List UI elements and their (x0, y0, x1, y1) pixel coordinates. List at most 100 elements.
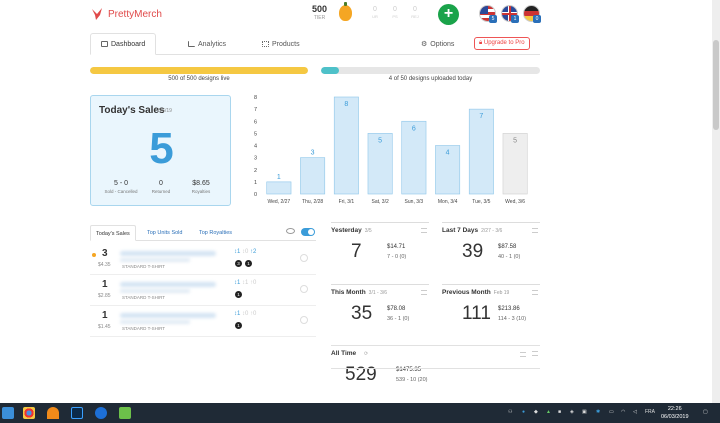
y-tick-label: 4 (254, 144, 257, 150)
tab-top-royalties[interactable]: Top Royalties (199, 225, 232, 241)
blurred-title (120, 282, 216, 287)
tab-products[interactable]: Products (262, 33, 300, 55)
tab-dashboard[interactable]: Dashboard (90, 33, 157, 55)
panel-title: Today's Sales (99, 105, 165, 116)
today-sales-count: 5 (149, 124, 174, 173)
stat-value: 0 (373, 6, 377, 13)
tray-icon[interactable]: ■ (558, 409, 561, 415)
row-menu-button[interactable] (300, 254, 308, 262)
hide-eye-icon[interactable] (286, 228, 295, 234)
sale-amount: $4.35 (98, 262, 111, 268)
card-royalty: $14.71 (387, 244, 406, 250)
chrome-tray-icon[interactable]: ● (522, 409, 525, 415)
card-big-number: 35 (351, 303, 373, 324)
x-tick-label: Wed, 3/6 (505, 199, 525, 205)
stat-card: Yesterday 3/5 7 $14.71 7 - 0 (0) (331, 222, 429, 274)
count-badge: 1 (245, 260, 252, 267)
uploads-today-progress (321, 67, 540, 74)
divider (331, 345, 540, 346)
app-icon[interactable] (119, 407, 131, 419)
tray-icon[interactable]: ◆ (534, 409, 538, 415)
upgrade-label: Upgrade to Pro (483, 40, 525, 46)
bar-chart-icon (188, 41, 195, 47)
bar[interactable] (266, 181, 292, 195)
upgrade-to-pro-button[interactable]: 🔒︎ Upgrade to Pro (474, 37, 530, 50)
card-menu-icon[interactable] (532, 228, 538, 233)
bar[interactable] (300, 157, 326, 195)
sales-row[interactable]: 3 $4.35 STANDARD T-SHIRT ↕1 ↕0 ↑2 3 1 (90, 245, 316, 275)
card-royalty: $87.58 (498, 244, 517, 250)
bar[interactable] (333, 96, 359, 195)
privacy-toggle[interactable] (301, 228, 315, 236)
refresh-icon[interactable]: ⟳ (364, 351, 368, 357)
x-tick-label: Wed, 2/27 (268, 199, 291, 205)
card-menu-icon[interactable] (421, 228, 427, 233)
list-icon[interactable] (520, 352, 526, 357)
language-indicator[interactable]: FRA (645, 409, 655, 415)
card-menu-icon[interactable] (421, 290, 427, 295)
bar-value-label: 1 (277, 174, 281, 181)
add-design-button[interactable]: + (438, 4, 459, 25)
count-badge: 1 (235, 322, 242, 329)
bluetooth-tray-icon[interactable]: ✱ (596, 409, 600, 415)
women-count: 1 (245, 280, 249, 286)
women-count: 0 (245, 249, 249, 255)
app-window: PrettyMerch 500 TIER 0 UR 0 PS 0 REJ + 5 (0, 0, 720, 423)
grid-icon (262, 41, 269, 47)
tab-todays-sales[interactable]: Today's Sales (90, 225, 136, 241)
x-tick-label: Thu, 2/28 (302, 199, 323, 205)
tab-label: Products (272, 40, 300, 48)
designs-live-progress (90, 67, 308, 74)
tray-icon[interactable]: ▣ (582, 409, 587, 415)
royalties: $8.65 Royalties (177, 180, 225, 194)
vlc-icon[interactable] (47, 407, 59, 419)
uploads-today-label: 4 of 50 designs uploaded today (388, 76, 473, 82)
photoshop-icon[interactable] (71, 407, 83, 419)
battery-icon[interactable]: ▭ (609, 409, 614, 415)
bar[interactable] (468, 108, 494, 195)
windows-start-icon[interactable] (2, 407, 14, 419)
men-count: 1 (237, 249, 241, 255)
notifications-icon[interactable]: ▢ (703, 409, 708, 415)
tab-options[interactable]: ⚙ Options (421, 33, 454, 55)
bluetooth-icon[interactable] (95, 407, 107, 419)
size-breakdown: ↕1 ↕1 ↑0 (234, 280, 256, 286)
card-menu-icon[interactable] (532, 351, 538, 356)
label: Royalties (191, 189, 211, 194)
sales-row[interactable]: 1 $2.85 STANDARD T-SHIRT ↕1 ↕1 ↑0 1 (90, 276, 316, 306)
card-title: Last 7 Days 2/27 - 3/6 (442, 227, 502, 234)
y-tick-label: 2 (254, 168, 257, 174)
vertical-scrollbar[interactable] (712, 0, 720, 403)
kids-count: 2 (253, 249, 257, 255)
clock[interactable]: 22:26 06/03/2019 (661, 406, 689, 421)
sale-qty: 3 (102, 248, 108, 259)
kids-count: 0 (253, 280, 257, 286)
count-badge: 1 (235, 291, 242, 298)
card-big-number: 39 (462, 241, 484, 262)
blurred-subtitle (120, 258, 190, 262)
lock-icon: 🔒︎ (479, 40, 483, 46)
tab-top-units-sold[interactable]: Top Units Sold (147, 225, 182, 241)
card-detail: 114 - 3 (10) (498, 316, 527, 322)
flag-count-badge: 0 (533, 15, 541, 23)
y-tick-label: 6 (254, 119, 257, 125)
sales-row[interactable]: 1 $1.45 STANDARD T-SHIRT ↕1 ↕0 ↑0 1 (90, 307, 316, 337)
card-detail: 40 - 1 (0) (498, 254, 521, 260)
card-title: This Month 3/1 - 3/6 (331, 289, 387, 296)
x-tick-label: Sun, 3/3 (405, 199, 424, 205)
stat-ur: 0 UR (367, 6, 383, 19)
chrome-icon[interactable] (23, 407, 35, 419)
card-menu-icon[interactable] (532, 290, 538, 295)
tray-icon[interactable]: ▲ (546, 409, 551, 415)
card-big-number: 111 (462, 303, 491, 324)
card-title-text: This Month (331, 289, 366, 296)
volume-icon[interactable]: ◁ (633, 409, 637, 415)
row-menu-button[interactable] (300, 285, 308, 293)
tab-analytics[interactable]: Analytics (188, 33, 226, 55)
brand-logo[interactable]: PrettyMerch (90, 6, 162, 22)
wifi-icon[interactable]: ◠ (621, 409, 625, 415)
person-icon[interactable]: ⚇ (508, 409, 512, 415)
row-menu-button[interactable] (300, 316, 308, 324)
scrollbar-thumb[interactable] (713, 40, 719, 130)
tray-icon[interactable]: ◈ (570, 409, 574, 415)
